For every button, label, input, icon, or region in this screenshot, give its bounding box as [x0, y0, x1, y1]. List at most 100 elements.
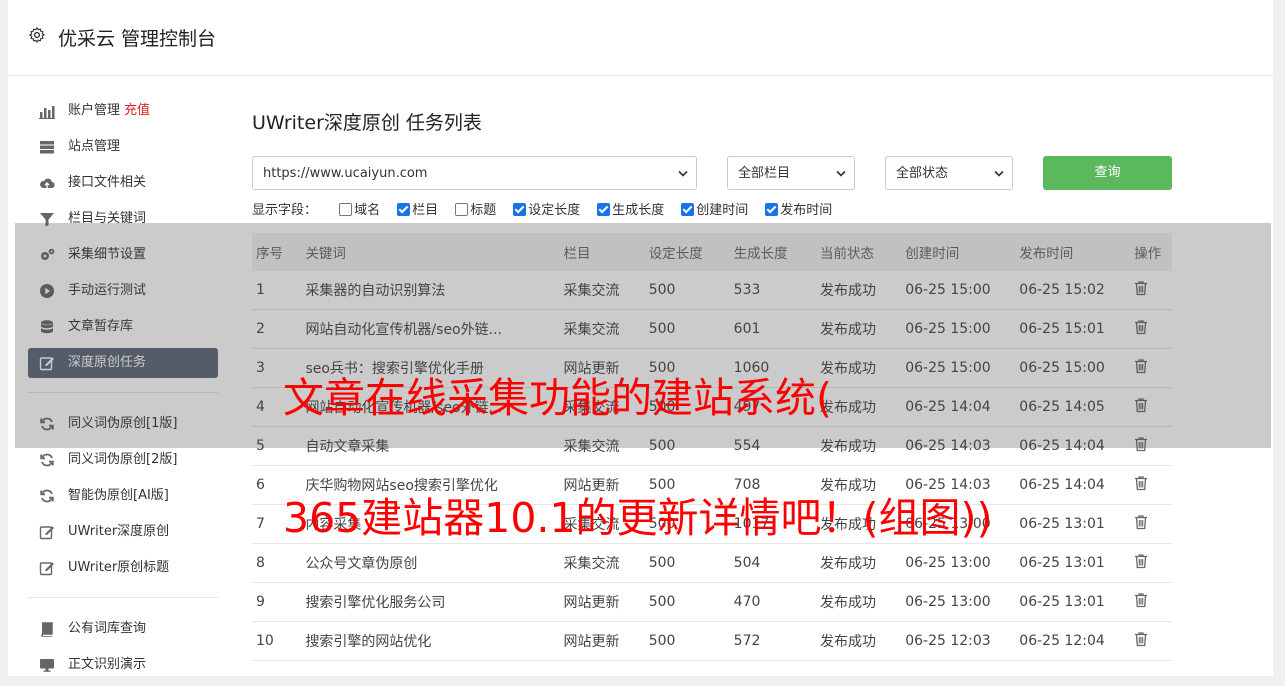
- checkbox-box[interactable]: [765, 203, 779, 216]
- table-cell: 搜索引擎的网站优化: [301, 621, 560, 661]
- field-checkbox[interactable]: 发布时间: [765, 202, 832, 220]
- field-checkbox-label: 域名: [354, 203, 381, 218]
- page-title: UWriter深度原创 任务列表: [252, 112, 482, 134]
- refresh-icon: [40, 489, 54, 503]
- sidebar-item-label: 接口文件相关: [68, 175, 147, 190]
- field-checkbox-label: 创建时间: [696, 203, 749, 218]
- sidebar-item-label: 同义词伪原创[2版]: [68, 452, 178, 467]
- cloud-upload-icon: [40, 178, 55, 189]
- table-row: 10 搜索引擎的网站优化 网站更新 500 572 发布成功 06-25 12:03 06-2…: [252, 621, 1172, 661]
- trash-icon[interactable]: [1134, 475, 1148, 491]
- sidebar-item-label: UWriter原创标题: [68, 560, 170, 575]
- table-cell: 网站更新: [559, 621, 645, 661]
- table-cell: 10: [252, 621, 302, 661]
- table-cell: 470: [729, 582, 817, 622]
- sidebar-item-server-group1-1[interactable]: 站点管理: [28, 132, 218, 162]
- field-checkbox[interactable]: 域名: [339, 202, 380, 220]
- table-cell: 搜索引擎优化服务公司: [301, 582, 560, 622]
- sidebar-item-edit-group2-4[interactable]: UWriter原创标题: [28, 553, 218, 583]
- field-checkbox-label: 生成长度: [612, 203, 665, 218]
- field-checkbox[interactable]: 设定长度: [513, 202, 580, 220]
- table-cell: 06-25 13:01: [1015, 543, 1131, 583]
- table-cell: 公众号文章伪原创: [301, 543, 560, 583]
- sidebar-item-label: 账户管理: [68, 103, 121, 118]
- table-cell: 504: [729, 543, 817, 583]
- trash-icon[interactable]: [1134, 553, 1148, 569]
- checkbox-box[interactable]: [597, 203, 611, 216]
- trash-icon[interactable]: [1134, 631, 1148, 647]
- field-checkbox[interactable]: 标题: [455, 202, 496, 220]
- table-cell-actions: [1130, 504, 1172, 544]
- table-cell: 572: [729, 621, 817, 661]
- table-cell: 500: [644, 543, 730, 583]
- table-cell: 发布成功: [816, 621, 902, 661]
- book-icon: [41, 622, 53, 637]
- query-button[interactable]: 查询: [1043, 156, 1172, 190]
- sidebar-item-cloud-upload-group1-2[interactable]: 接口文件相关: [28, 168, 218, 198]
- table-cell: 06-25 12:04: [1015, 621, 1131, 661]
- edit-icon: [39, 526, 54, 540]
- field-checkbox[interactable]: 生成长度: [597, 202, 664, 220]
- trash-icon[interactable]: [1134, 592, 1148, 608]
- table-cell: 发布成功: [816, 582, 902, 622]
- table-cell-actions: [1130, 543, 1172, 583]
- overlay-text-line2: 365建站器10.1的更新详情吧！(组图)): [283, 494, 993, 542]
- table-cell: 06-25 13:00: [901, 582, 1016, 622]
- sidebar-item-refresh-group2-2[interactable]: 智能伪原创[AI版]: [28, 481, 218, 511]
- table-cell-actions: [1130, 621, 1172, 661]
- app-title: 优采云 管理控制台: [58, 28, 217, 50]
- chevron-down-icon: [678, 170, 688, 177]
- checkbox-box[interactable]: [455, 203, 469, 216]
- recharge-link[interactable]: 充值: [124, 103, 150, 118]
- sidebar-item-label: 公有词库查询: [68, 621, 147, 636]
- trash-icon[interactable]: [1134, 514, 1148, 530]
- table-cell: 500: [644, 621, 730, 661]
- table-cell: 06-25 13:01: [1015, 582, 1131, 622]
- chevron-down-icon: [994, 170, 1004, 177]
- checkbox-box[interactable]: [397, 203, 411, 216]
- display-fields-label: 显示字段：: [252, 203, 318, 218]
- sidebar-item-refresh-group2-1[interactable]: 同义词伪原创[2版]: [28, 445, 218, 475]
- bar-chart-icon: [39, 106, 55, 119]
- status-select[interactable]: 全部状态: [885, 156, 1013, 190]
- table-cell-actions: [1130, 582, 1172, 622]
- table-row: 9 搜索引擎优化服务公司 网站更新 500 470 发布成功 06-25 13:00 06-2…: [252, 582, 1172, 622]
- sidebar-item-label: 站点管理: [68, 139, 121, 154]
- table-cell: 06-25 12:03: [901, 621, 1016, 661]
- edit-icon: [39, 562, 54, 576]
- sidebar-item-edit-group2-3[interactable]: UWriter深度原创: [28, 517, 218, 547]
- field-checkbox-label: 栏目: [412, 203, 439, 218]
- overlay-text-line1: 文章在线采集功能的建站系统(: [283, 374, 832, 422]
- column-select-value: 全部栏目: [738, 166, 791, 181]
- table-cell: 8: [252, 543, 302, 583]
- field-checkbox[interactable]: 创建时间: [681, 202, 748, 220]
- table-cell: 采集交流: [559, 543, 645, 583]
- sidebar-divider: [28, 597, 218, 598]
- site-select-value: https://www.ucaiyun.com: [263, 166, 428, 181]
- sidebar-item-monitor-group3-1[interactable]: 正文识别演示: [28, 650, 218, 680]
- field-checkbox-label: 标题: [470, 203, 497, 218]
- table-cell: 500: [644, 582, 730, 622]
- sidebar-item-book-group3-0[interactable]: 公有词库查询: [28, 614, 218, 644]
- sidebar-item-label: 智能伪原创[AI版]: [68, 488, 169, 503]
- server-icon: [40, 141, 54, 154]
- sidebar-item-label: 正文识别演示: [68, 657, 147, 672]
- table-cell: 发布成功: [816, 543, 902, 583]
- refresh-icon: [40, 453, 54, 467]
- table-cell: 网站更新: [559, 582, 645, 622]
- table-cell: 06-25 13:01: [1015, 504, 1131, 544]
- column-select[interactable]: 全部栏目: [727, 156, 855, 190]
- top-bar: 优采云 管理控制台: [8, 0, 1273, 76]
- sidebar-item-bar-chart-group1-0[interactable]: 账户管理 充值: [28, 96, 218, 126]
- field-checkbox[interactable]: 栏目: [397, 202, 438, 220]
- site-select[interactable]: https://www.ucaiyun.com: [252, 156, 697, 190]
- gear-icon: [28, 26, 46, 44]
- status-select-value: 全部状态: [896, 166, 949, 181]
- chevron-down-icon: [836, 170, 846, 177]
- sidebar-item-label: UWriter深度原创: [68, 524, 170, 539]
- checkbox-box[interactable]: [681, 203, 695, 216]
- checkbox-box[interactable]: [339, 203, 353, 216]
- checkbox-box[interactable]: [513, 203, 527, 216]
- field-checkbox-label: 设定长度: [528, 203, 581, 218]
- table-cell: 06-25 13:00: [901, 543, 1016, 583]
